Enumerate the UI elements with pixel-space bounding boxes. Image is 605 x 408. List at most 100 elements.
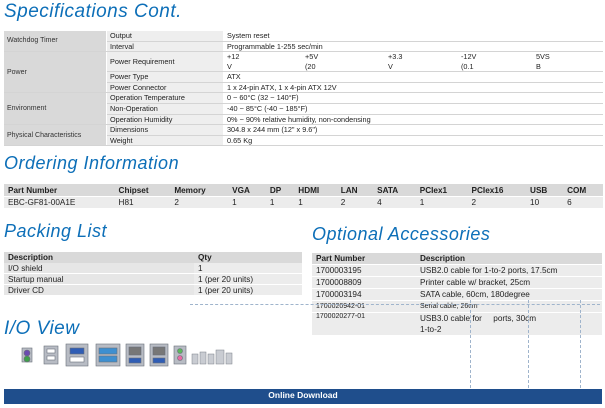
accessories-table: Part Number Description 1700003195 USB2.…	[312, 253, 602, 335]
spec-value: 0.65 Kg	[223, 135, 603, 147]
power-rails: +12 V +5V (20 +3.3 V -12V (0.1 5VS B	[223, 51, 603, 73]
specifications-heading: Specifications Cont.	[4, 1, 182, 22]
accessories-row: 1700003195 USB2.0 cable for 1-to-2 ports…	[312, 264, 602, 277]
ordering-header-dp: DP	[265, 184, 295, 197]
spec-label: Power Type	[106, 71, 224, 83]
ordering-cell: 1	[265, 196, 295, 208]
accessory-description: Printer cable w/ bracket, 25cm	[416, 276, 602, 289]
accessory-part-number: 1700008809	[312, 276, 416, 289]
spec-label: Weight	[106, 135, 224, 147]
footer-bar: Online Download	[4, 389, 602, 404]
packing-header-description: Description	[4, 252, 194, 263]
ordering-header-chipset: Chipset	[114, 184, 171, 197]
packing-row: I/O shield 1	[4, 263, 302, 274]
guide-line	[470, 300, 471, 388]
ordering-cell: EBC-GF81-00A1E	[4, 196, 115, 208]
ordering-header-usb: USB	[526, 184, 564, 197]
spec-category-environment: Environment	[4, 92, 107, 126]
power-rail: +3.3 V	[388, 52, 403, 71]
accessory-part-number: 1700003195	[312, 264, 416, 277]
accessory-part-number: 1700020942-01	[312, 300, 416, 313]
spec-row: Physical Characteristics Dimensions 304.…	[4, 124, 603, 147]
accessories-header-part-number: Part Number	[312, 253, 416, 265]
guide-line	[528, 300, 529, 388]
ordering-cell: 1	[228, 196, 266, 208]
spec-value: ATX	[223, 71, 603, 83]
ordering-row: EBC-GF81-00A1E H81 2 1 1 1 2 4 1 2 10 6	[4, 196, 603, 208]
packing-qty: 1 (per 20 units)	[194, 273, 302, 285]
accessory-part-number: 1700020277-01	[312, 312, 416, 335]
accessories-header-row: Part Number Description	[312, 253, 602, 265]
spec-row: Environment Operation Temperature 0 ~ 60…	[4, 92, 603, 126]
guide-line	[580, 300, 581, 388]
ordering-header-sata: SATA	[373, 184, 416, 197]
power-rail: +12 V	[227, 52, 240, 71]
spec-category-physical: Physical Characteristics	[4, 124, 107, 147]
accessory-description: USB2.0 cable for 1-to-2 ports, 17.5cm	[416, 264, 602, 277]
spec-value: 1 x 24-pin ATX, 1 x 4-pin ATX 12V	[223, 82, 603, 94]
packing-heading: Packing List	[4, 221, 108, 241]
ordering-heading: Ordering Information	[4, 153, 180, 173]
packing-row: Startup manual 1 (per 20 units)	[4, 273, 302, 285]
ordering-header-pciex1: PCIex1	[415, 184, 468, 197]
ordering-header-com: COM	[563, 184, 603, 197]
ordering-cell: H81	[114, 196, 171, 208]
io-view-heading: I/O View	[4, 318, 80, 339]
power-rail: 5VS B	[536, 52, 550, 71]
ordering-header-vga: VGA	[228, 184, 266, 197]
packing-description: I/O shield	[4, 263, 194, 274]
ordering-header-lan: LAN	[336, 184, 374, 197]
ordering-cell: 6	[563, 196, 603, 208]
accessory-part-number: 1700003194	[312, 288, 416, 301]
ordering-header-hdmi: HDMI	[294, 184, 337, 197]
packing-table: Description Qty I/O shield 1 Startup man…	[4, 252, 302, 296]
vga-dp-port-icon	[65, 343, 89, 367]
spec-label: Interval	[106, 41, 224, 53]
accessories-row: 1700020277-01 USB3.0 cable for ports, 30…	[312, 312, 602, 335]
accessory-description: USB3.0 cable for ports, 30cm 1-to-2	[416, 312, 602, 335]
spec-label: Operation Humidity	[106, 114, 224, 126]
accessories-heading: Optional Accessories	[312, 224, 491, 244]
accessories-header-description: Description	[416, 253, 602, 265]
accessories-row: 1700003194 SATA cable, 60cm, 180degree	[312, 288, 602, 301]
header-pins-icon	[191, 349, 233, 365]
spec-value: -40 ~ 85°C (-40 ~ 185°F)	[223, 103, 603, 115]
spec-row: Watchdog Timer Output System reset	[4, 31, 603, 53]
guide-line	[190, 304, 600, 305]
spec-value: 0 ~ 60°C (32 ~ 140°F)	[223, 92, 603, 104]
packing-description: Driver CD	[4, 284, 194, 296]
spec-category-power: Power	[4, 51, 107, 94]
accessory-description: SATA cable, 60cm, 180degree	[416, 288, 602, 301]
packing-header-row: Description Qty	[4, 252, 302, 263]
spec-label: Output	[106, 31, 224, 42]
specifications-table: Watchdog Timer Output System reset Inter…	[4, 31, 603, 147]
packing-qty: 1 (per 20 units)	[194, 284, 302, 296]
serial-port-icon	[95, 343, 121, 367]
spec-category-watchdog: Watchdog Timer	[4, 31, 107, 53]
ordering-cell: 2	[170, 196, 229, 208]
ordering-header-pciex16: PCIex16	[467, 184, 527, 197]
online-download-link[interactable]: Online Download	[4, 390, 602, 400]
power-rail: -12V (0.1	[461, 52, 477, 71]
accessories-row: 1700020942-01 Serial cable, 26cm	[312, 300, 602, 313]
ordering-cell: 4	[373, 196, 416, 208]
spec-label: Dimensions	[106, 124, 224, 136]
ordering-table: Part Number Chipset Memory VGA DP HDMI L…	[4, 184, 603, 208]
spec-label: Non-Operation	[106, 103, 224, 115]
ordering-cell: 2	[336, 196, 374, 208]
accessories-row: 1700008809 Printer cable w/ bracket, 25c…	[312, 276, 602, 289]
ordering-header-row: Part Number Chipset Memory VGA DP HDMI L…	[4, 184, 603, 197]
spec-value: System reset	[223, 31, 603, 42]
ordering-cell: 10	[526, 196, 564, 208]
io-panel-image	[21, 343, 233, 367]
power-rail: +5V (20	[305, 52, 319, 71]
packing-header-qty: Qty	[194, 252, 302, 263]
spec-value: Programmable 1-255 sec/min	[223, 41, 603, 53]
ordering-cell: 2	[467, 196, 527, 208]
spec-value: 304.8 x 244 mm (12" x 9.6")	[223, 124, 603, 136]
spec-label: Operation Temperature	[106, 92, 224, 104]
ordering-cell: 1	[294, 196, 337, 208]
spec-value: 0% ~ 90% relative humidity, non-condensi…	[223, 114, 603, 126]
packing-description: Startup manual	[4, 273, 194, 285]
ordering-header-part-number: Part Number	[4, 184, 115, 197]
